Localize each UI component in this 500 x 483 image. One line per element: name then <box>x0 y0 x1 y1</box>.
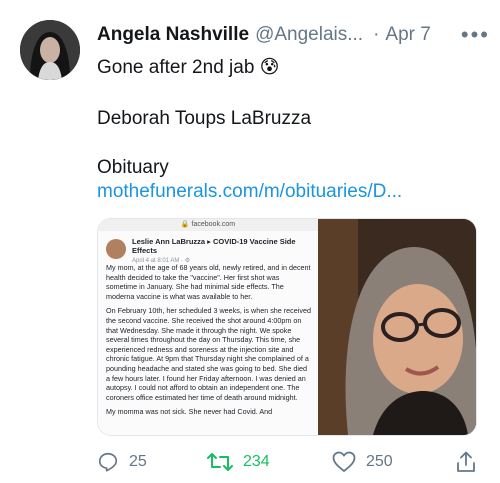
like-count: 250 <box>366 453 393 470</box>
tweet-header: Angela Nashville @Angelais... · Apr 7 <box>97 22 486 48</box>
like-button[interactable]: 250 <box>332 448 393 476</box>
reply-button[interactable]: 25 <box>97 448 147 476</box>
tweet-text-line-1: Gone after 2nd jab 😰 <box>97 57 280 78</box>
more-options-icon[interactable]: ••• <box>461 22 490 48</box>
share-button[interactable] <box>455 448 487 476</box>
post-body: My mom, at the age of 68 years old, newl… <box>106 263 312 422</box>
retweet-count: 234 <box>243 453 270 470</box>
separator-dot: · <box>373 24 380 45</box>
reply-icon <box>98 452 118 472</box>
url-bar: 🔒 facebook.com <box>98 219 318 231</box>
post-paragraph: My momma was not sick. She never had Cov… <box>106 407 273 417</box>
post-author-avatar <box>106 239 126 259</box>
share-icon <box>457 451 475 472</box>
heart-icon <box>332 451 356 472</box>
author-avatar[interactable] <box>20 20 80 80</box>
post-paragraph: On February 10th, her scheduled 3 weeks,… <box>106 306 311 402</box>
post-author: Leslie Ann LaBruzza ▸ COVID-19 Vaccine S… <box>132 237 296 255</box>
tweet-actions: 25 234 250 <box>97 448 487 476</box>
tweet-text-line-3: Obituary <box>97 157 169 178</box>
tweet-text-line-2: Deborah Toups LaBruzza <box>97 108 312 129</box>
post-paragraph: My mom, at the age of 68 years old, newl… <box>106 263 311 301</box>
tweet-date[interactable]: Apr 7 <box>385 24 430 46</box>
retweet-icon <box>207 453 233 471</box>
avatar-image <box>20 20 80 80</box>
lock-icon: 🔒 <box>180 221 190 228</box>
portrait-image <box>318 219 476 435</box>
facebook-post-screenshot: 🔒 facebook.com Leslie Ann LaBruzza ▸ COV… <box>98 219 318 435</box>
woman-photo <box>318 219 476 435</box>
url-text: facebook.com <box>191 221 236 228</box>
media-card[interactable]: 🔒 facebook.com Leslie Ann LaBruzza ▸ COV… <box>97 218 477 436</box>
retweet-button[interactable]: 234 <box>207 448 270 476</box>
reply-count: 25 <box>129 453 147 470</box>
tweet-link[interactable]: mothefunerals.com/m/obituaries/D... <box>97 181 402 203</box>
author-handle[interactable]: @Angelais... <box>255 24 363 46</box>
author-name[interactable]: Angela Nashville <box>97 24 249 46</box>
